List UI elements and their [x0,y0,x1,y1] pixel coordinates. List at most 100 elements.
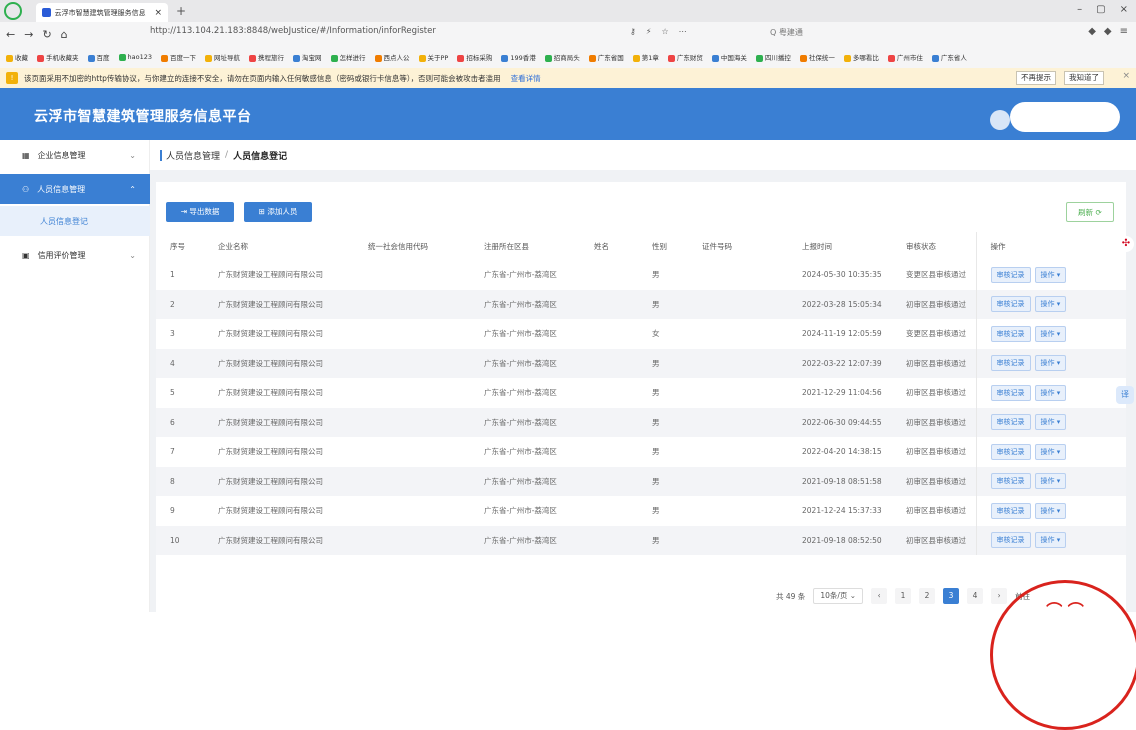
warning-details-link[interactable]: 查看详情 [511,73,541,84]
bookmark-item[interactable]: 广东省人 [931,52,967,62]
review-record-button[interactable]: 审核记录 [990,325,1031,342]
review-record-button[interactable]: 审核记录 [990,296,1031,313]
operation-dropdown-button[interactable]: 操作 ▾ [1034,473,1067,490]
search-box[interactable]: Q 粤建通 [770,27,803,38]
operation-dropdown-button[interactable]: 操作 ▾ [1034,355,1067,372]
review-record-button[interactable]: 审核记录 [990,355,1031,372]
list-panel: ⇥ 导出数据 ⊞ 添加人员 刷新 ⟳ 序号 企业名称 统一社会信用代码 注册所在… [156,182,1126,612]
user-name-box[interactable] [1010,102,1120,132]
prev-page-icon[interactable]: ‹ [871,588,888,604]
page-number-current[interactable]: 3 [943,588,960,604]
review-record-button[interactable]: 审核记录 [990,502,1031,519]
sidebar-item-enterprise[interactable]: ▦ 企业信息管理 ⌄ [0,140,150,170]
page-number[interactable]: 1 [895,588,912,604]
back-icon[interactable]: ← [6,28,15,41]
star-icon[interactable]: ☆ [661,27,668,36]
bolt-icon[interactable]: ⚡ [646,27,652,36]
maximize-icon[interactable]: ▢ [1096,4,1105,15]
menu-icon[interactable]: ≡ [1120,26,1128,37]
extension-icon[interactable]: ◆ [1104,26,1112,37]
report-time: 2021-12-29 11:04:56 [788,378,892,408]
bookmark-item[interactable]: 西点人公 [374,52,410,62]
browser-tab[interactable]: 云浮市智慧建筑管理服务信息 × [36,3,168,22]
operation-dropdown-button[interactable]: 操作 ▾ [1034,443,1067,460]
bookmark-item[interactable]: 淘宝网 [293,52,322,62]
operation-dropdown-button[interactable]: 操作 ▾ [1034,532,1067,549]
caret-down-icon: ▾ [1054,536,1061,545]
next-page-icon[interactable]: › [991,588,1008,604]
bookmark-item[interactable]: 199香港 [501,52,536,62]
extension-icon[interactable]: ◆ [1088,26,1096,37]
minimize-icon[interactable]: – [1077,4,1082,15]
bookmark-item[interactable]: 广州市住 [887,52,923,62]
bookmark-item[interactable]: hao123 [118,53,152,61]
floating-plugin-icon[interactable]: ✣ [1118,236,1134,252]
sidebar-item-personnel-register[interactable]: 人员信息登记 [0,206,150,236]
translate-icon[interactable]: 译 [1116,386,1134,404]
new-tab-icon[interactable]: + [176,4,186,18]
app-header: 云浮市智慧建筑管理服务信息平台 [0,88,1136,140]
bookmark-item[interactable]: 招商局头 [544,52,580,62]
bookmark-item[interactable]: 百度一下 [161,52,196,62]
review-record-button[interactable]: 审核记录 [990,414,1031,431]
close-window-icon[interactable]: × [1120,4,1128,15]
report-time: 2024-11-19 12:05:59 [788,319,892,349]
report-time: 2021-12-24 15:37:33 [788,496,892,526]
bookmark-item[interactable]: 广东省国 [588,52,624,62]
export-button[interactable]: ⇥ 导出数据 [166,202,234,222]
bookmark-item[interactable]: 招标采购 [457,52,492,62]
reload-icon[interactable]: ↻ [42,28,51,41]
warning-close-icon[interactable]: × [1122,71,1130,81]
review-record-button[interactable]: 审核记录 [990,532,1031,549]
bookmark-item[interactable]: 手机收藏夹 [37,52,79,62]
user-avatar[interactable] [990,110,1010,130]
credit-code [354,378,470,408]
bookmark-item[interactable]: 关于PP [418,52,448,62]
operation-dropdown-button[interactable]: 操作 ▾ [1034,384,1067,401]
row-actions: 审核记录 操作 ▾ [975,466,1126,496]
bookmark-icon [374,54,382,62]
bookmark-item[interactable]: 第1章 [632,52,659,62]
home-icon[interactable]: ⌂ [61,28,68,41]
review-record-button[interactable]: 审核记录 [990,384,1031,401]
review-record-button[interactable]: 审核记录 [990,443,1031,460]
operation-dropdown-button[interactable]: 操作 ▾ [1034,266,1067,283]
no-remind-button[interactable]: 不再提示 [1016,71,1056,85]
review-record-button[interactable]: 审核记录 [990,266,1031,283]
bookmark-item[interactable]: 收藏 [6,52,28,62]
page-size-select[interactable]: 10条/页 ⌄ [813,588,864,604]
company-name: 广东财贸建设工程顾问有限公司 [204,437,354,467]
tab-close-icon[interactable]: × [154,8,162,18]
add-person-button[interactable]: ⊞ 添加人员 [244,202,312,222]
bookmark-item[interactable]: 多哪看比 [843,52,879,62]
forward-icon[interactable]: → [24,28,33,41]
operation-dropdown-button[interactable]: 操作 ▾ [1034,502,1067,519]
bookmark-item[interactable]: 怎样进行 [330,52,366,62]
got-it-button[interactable]: 我知道了 [1064,71,1104,85]
breadcrumb-parent[interactable]: 人员信息管理 [166,149,220,162]
bookmark-item[interactable]: 百度 [87,52,110,62]
review-record-button[interactable]: 审核记录 [990,473,1031,490]
bookmark-item[interactable]: 社保统一 [799,52,835,62]
address-bar[interactable]: http://113.104.21.183:8848/webJustice/#/… [150,26,436,36]
bookmark-item[interactable]: 网址导航 [205,52,240,62]
refresh-button[interactable]: 刷新 ⟳ [1066,202,1114,222]
page-number[interactable]: 2 [919,588,936,604]
sidebar-item-credit[interactable]: ▣ 信用评价管理 ⌄ [0,240,150,270]
bookmark-item[interactable]: 携程旅行 [249,52,284,62]
key-icon[interactable]: ⚷ [630,27,636,36]
id-number [688,319,788,349]
review-status: 初审区县审核通过 [892,407,976,437]
more-icon[interactable]: ⋯ [679,27,687,36]
bookmark-item[interactable]: 四川播控 [755,52,791,62]
bookmark-icon [588,54,596,62]
bookmark-label: 怎样进行 [339,54,366,62]
page-number[interactable]: 4 [967,588,984,604]
operation-dropdown-button[interactable]: 操作 ▾ [1034,296,1067,313]
sidebar-item-personnel[interactable]: ⚇ 人员信息管理 ⌃ [0,174,150,204]
operation-dropdown-button[interactable]: 操作 ▾ [1034,414,1067,431]
bookmark-item[interactable]: 中国海关 [711,52,747,62]
row-no: 3 [156,319,204,349]
operation-dropdown-button[interactable]: 操作 ▾ [1034,325,1067,342]
bookmark-item[interactable]: 广东财贸 [667,52,703,62]
